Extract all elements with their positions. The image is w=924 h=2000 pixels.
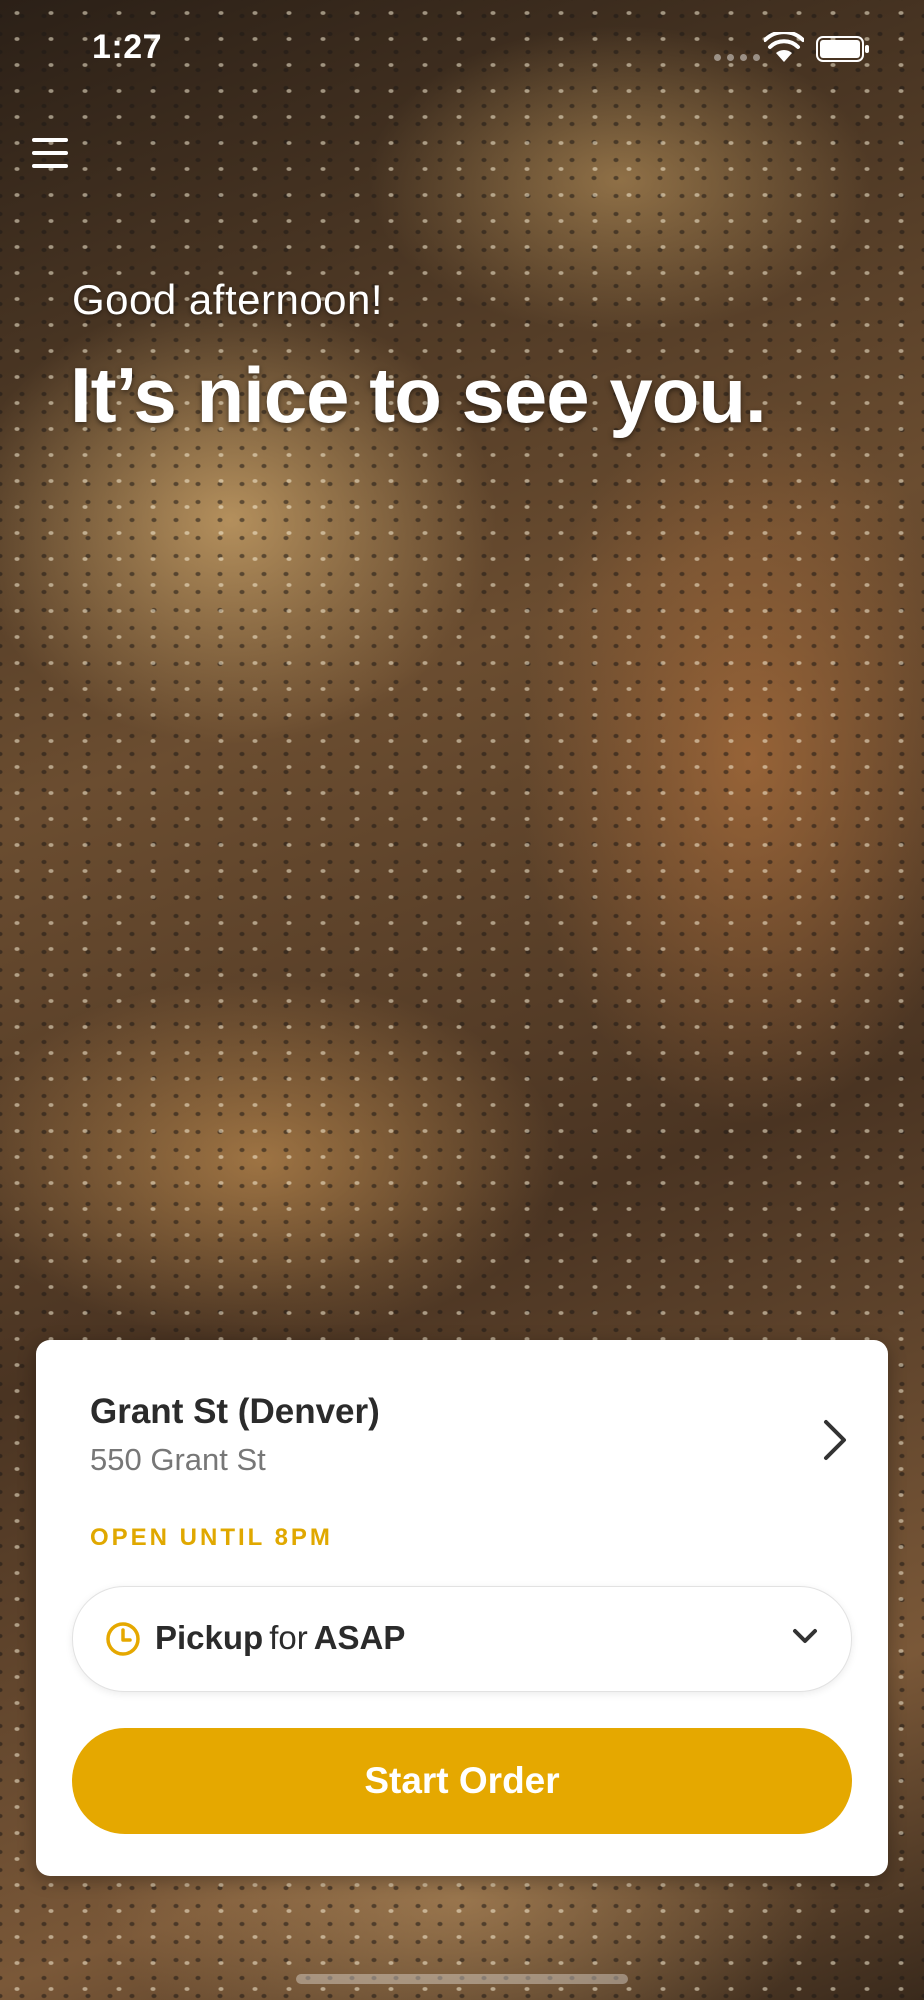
status-bar: 1:27: [0, 0, 924, 100]
hamburger-menu-icon[interactable]: [32, 138, 74, 174]
chevron-right-icon: [824, 1420, 846, 1460]
greeting-text: Good afternoon!: [72, 276, 384, 323]
chevron-down-icon: [793, 1629, 817, 1643]
status-time: 1:27: [92, 28, 163, 66]
order-mode: Pickup: [155, 1619, 264, 1656]
home-indicator[interactable]: [296, 1974, 628, 1984]
order-card: Grant St (Denver) 550 Grant St OPEN UNTI…: [36, 1340, 888, 1876]
store-hours-status: OPEN UNTIL 8PM: [90, 1524, 333, 1551]
clock-icon: [106, 1622, 140, 1656]
store-address: 550 Grant St: [90, 1442, 266, 1477]
store-selector[interactable]: Grant St (Denver) 550 Grant St: [90, 1392, 850, 1502]
pickup-label: Pickup for ASAP: [155, 1619, 405, 1657]
headline-text: It’s nice to see you.: [70, 351, 767, 439]
wifi-icon: [764, 32, 804, 62]
store-name: Grant St (Denver): [90, 1392, 380, 1431]
pickup-time-dropdown[interactable]: Pickup for ASAP: [72, 1586, 852, 1692]
order-mode-connector: for: [269, 1619, 308, 1656]
start-order-button[interactable]: Start Order: [72, 1728, 852, 1834]
battery-icon: [816, 36, 869, 62]
order-time: ASAP: [313, 1619, 406, 1656]
cellular-signal-icon: [714, 54, 760, 61]
